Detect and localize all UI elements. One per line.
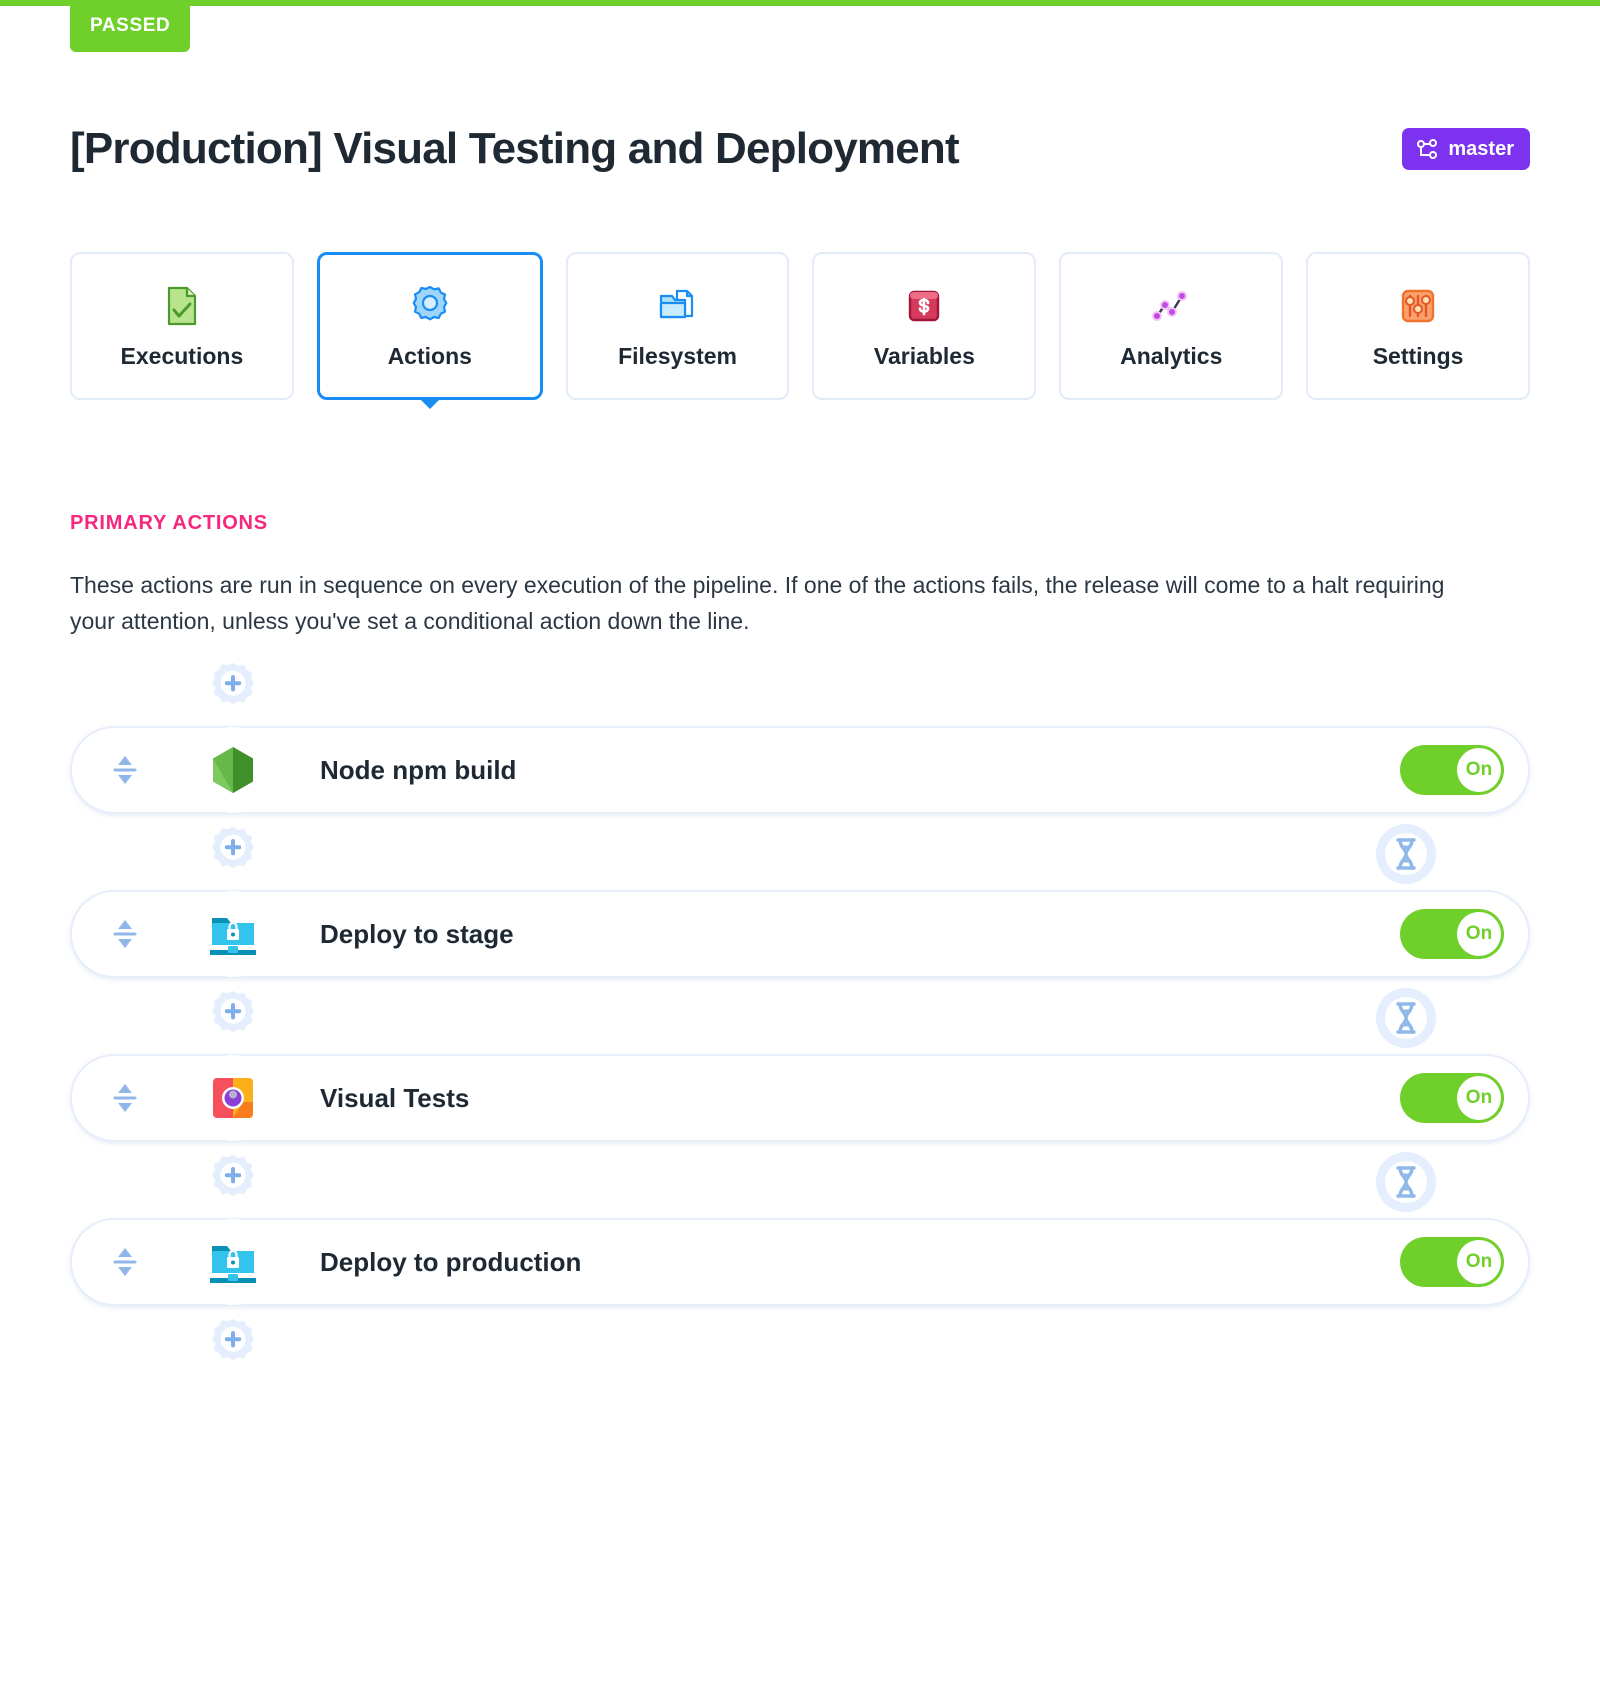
section-title: PRIMARY ACTIONS [70, 512, 268, 534]
toggle-knob: On [1457, 1240, 1501, 1284]
tab-bar: Executions Actions Filesystem Variables … [70, 252, 1530, 409]
action-name: Node npm build [320, 754, 517, 785]
action-name: Deploy to production [320, 1246, 582, 1277]
primary-actions-pipeline: Node npm build On Deploy to stage On Vis… [70, 660, 1530, 1382]
action-toggle[interactable]: On [1400, 745, 1504, 795]
toggle-knob: On [1457, 912, 1501, 956]
tab-executions[interactable]: Executions [70, 252, 294, 400]
action-row[interactable]: Deploy to production On [70, 1218, 1530, 1316]
branch-label: master [1448, 137, 1514, 160]
tab-settings[interactable]: Settings [1306, 252, 1530, 400]
action-icon-frame [174, 1039, 292, 1157]
wait-timer-icon[interactable] [1374, 986, 1438, 1050]
toggle-knob: On [1457, 1076, 1501, 1120]
wait-timer-icon[interactable] [1374, 1150, 1438, 1214]
toggle-knob: On [1457, 748, 1501, 792]
sftp-lock-folder-icon [207, 908, 259, 960]
nodejs-icon [207, 744, 259, 796]
sliders-icon [1395, 283, 1441, 329]
status-bar [0, 0, 1600, 6]
action-icon-frame [174, 875, 292, 993]
reorder-handle[interactable] [108, 1076, 142, 1120]
tab-filesystem[interactable]: Filesystem [565, 252, 790, 400]
dollar-card-icon [901, 283, 947, 329]
branch-badge[interactable]: master [1402, 128, 1530, 170]
tab-label: Actions [387, 342, 472, 369]
action-row[interactable]: Node npm build On [70, 726, 1530, 824]
action-toggle[interactable]: On [1400, 1237, 1504, 1287]
tab-label: Variables [873, 342, 975, 369]
folder-file-icon [655, 283, 701, 329]
reorder-handle[interactable] [108, 912, 142, 956]
action-row[interactable]: Deploy to stage On [70, 890, 1530, 988]
tab-label: Analytics [1120, 342, 1223, 369]
action-toggle[interactable]: On [1400, 909, 1504, 959]
gear-icon [407, 283, 453, 329]
line-chart-icon [1148, 283, 1194, 329]
tab-variables[interactable]: Variables [812, 252, 1037, 400]
active-tab-arrow [417, 397, 442, 409]
git-branch-icon [1415, 137, 1439, 161]
action-name: Deploy to stage [320, 918, 514, 949]
tab-analytics[interactable]: Analytics [1059, 252, 1284, 400]
add-action-slot [70, 1316, 1530, 1382]
page-title: [Production] Visual Testing and Deployme… [70, 124, 960, 173]
page-header: [Production] Visual Testing and Deployme… [70, 118, 1530, 180]
sftp-lock-folder-icon [207, 1236, 259, 1288]
tab-label: Executions [120, 342, 244, 369]
visual-tests-icon [207, 1072, 259, 1124]
tab-label: Filesystem [618, 342, 738, 369]
status-badge: PASSED [70, 0, 191, 52]
action-toggle[interactable]: On [1400, 1073, 1504, 1123]
action-row[interactable]: Visual Tests On [70, 1054, 1530, 1152]
wait-timer-icon[interactable] [1374, 822, 1438, 886]
action-name: Visual Tests [320, 1082, 470, 1113]
tab-actions[interactable]: Actions [316, 252, 543, 409]
action-icon-frame [174, 711, 292, 829]
section-description: These actions are run in sequence on eve… [70, 572, 1445, 634]
action-icon-frame [174, 1203, 292, 1321]
reorder-handle[interactable] [108, 1240, 142, 1284]
reorder-handle[interactable] [108, 748, 142, 792]
tab-label: Settings [1372, 342, 1464, 369]
document-check-icon [159, 283, 205, 329]
add-action-button[interactable] [202, 1316, 264, 1378]
